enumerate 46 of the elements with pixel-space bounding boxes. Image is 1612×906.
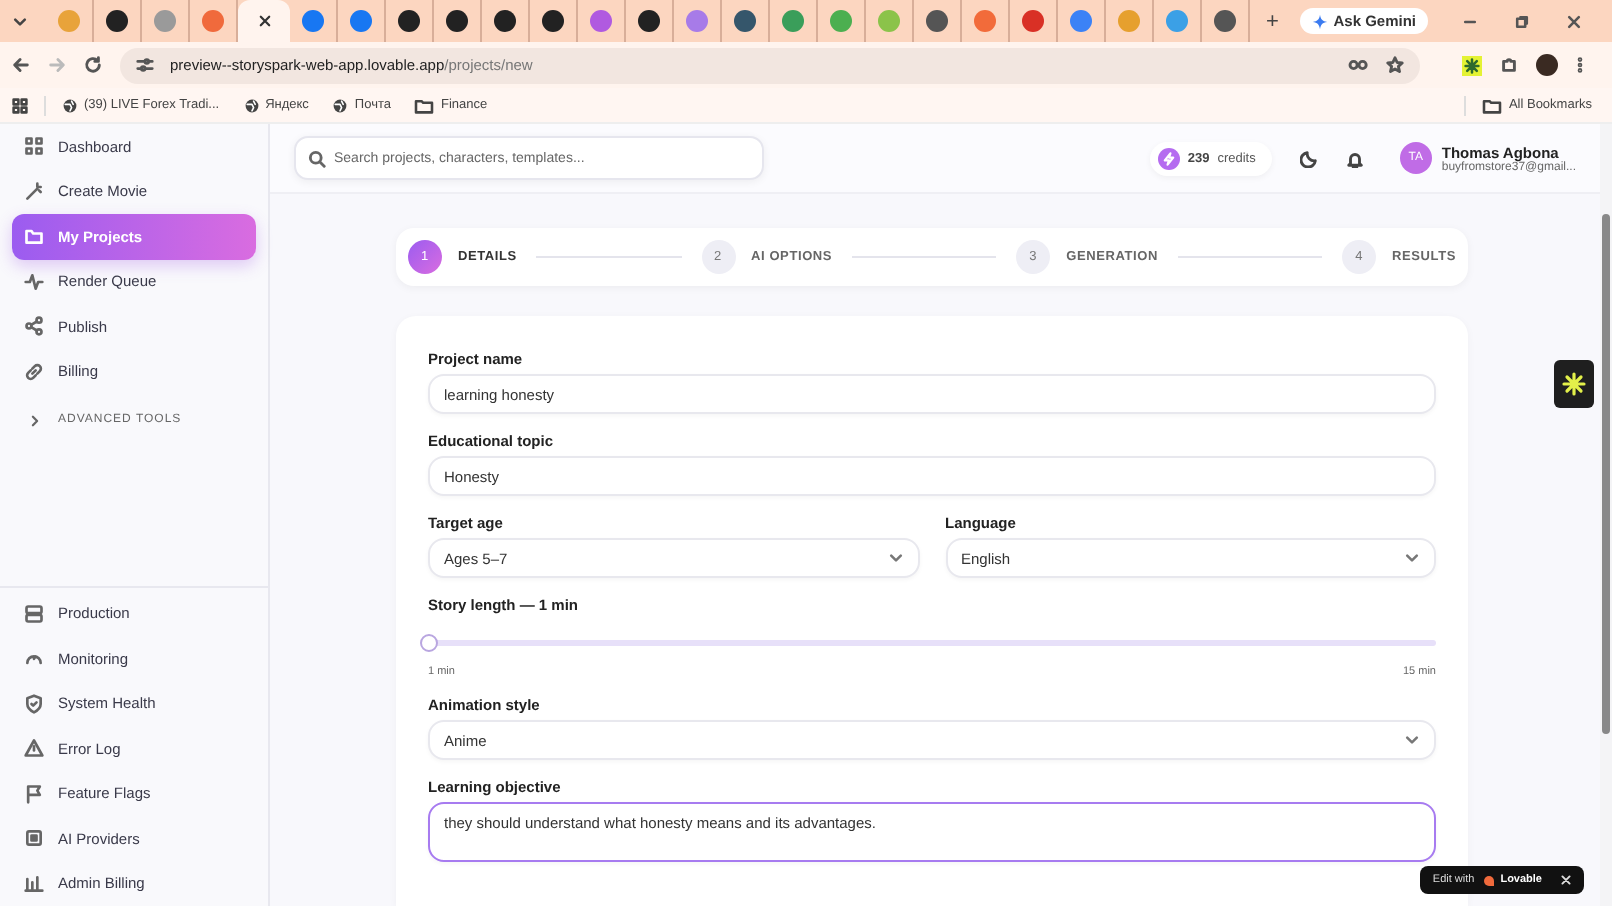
sparkle-icon — [1311, 13, 1328, 29]
extension-icon[interactable] — [1462, 55, 1482, 75]
folder-icon — [24, 226, 44, 247]
asterisk-icon — [1464, 57, 1480, 73]
lightning-icon — [1157, 147, 1180, 169]
pulse-icon — [24, 271, 44, 292]
wand-icon — [24, 181, 44, 202]
close-icon[interactable] — [257, 14, 271, 28]
slider-thumb[interactable] — [420, 634, 438, 652]
shield-icon — [24, 693, 44, 714]
flag-icon — [24, 783, 44, 804]
reload-icon[interactable] — [84, 56, 102, 74]
folder-icon — [414, 97, 435, 113]
globe-icon — [332, 97, 349, 113]
profile-avatar-icon[interactable] — [1536, 54, 1558, 76]
search-icon — [308, 149, 326, 167]
chevron-right-icon — [28, 413, 42, 427]
chat-widget-button[interactable] — [1554, 360, 1594, 408]
asterisk-icon — [1562, 372, 1586, 396]
scrollbar[interactable] — [1600, 124, 1612, 906]
grid-icon — [24, 136, 44, 157]
globe-icon — [62, 97, 78, 113]
warning-icon — [24, 738, 44, 759]
browser-tab[interactable] — [238, 0, 290, 42]
server-icon — [24, 603, 44, 624]
new-tab-button[interactable]: + — [1266, 9, 1279, 33]
moon-icon[interactable] — [1299, 149, 1318, 167]
more-vertical-icon[interactable] — [1576, 56, 1584, 74]
restore-icon[interactable] — [1514, 13, 1530, 29]
share-icon — [24, 316, 44, 337]
link-icon — [24, 361, 44, 382]
bell-icon[interactable] — [1345, 149, 1364, 167]
star-icon[interactable] — [1386, 56, 1404, 74]
globe-icon — [243, 97, 260, 113]
chevron-down-icon — [887, 550, 903, 566]
chip-icon — [24, 828, 44, 849]
apps-grid-icon[interactable] — [12, 97, 28, 113]
bar-chart-icon — [24, 873, 44, 894]
folder-icon — [1482, 97, 1503, 113]
chevron-down-icon — [1404, 732, 1420, 748]
site-settings-icon[interactable] — [136, 56, 154, 74]
back-arrow-icon[interactable] — [12, 56, 30, 74]
heart-logo-icon — [1484, 875, 1495, 885]
chevron-down-icon — [1404, 550, 1420, 566]
scrollbar-thumb[interactable] — [1602, 214, 1610, 734]
chevron-down-icon[interactable] — [12, 13, 28, 29]
